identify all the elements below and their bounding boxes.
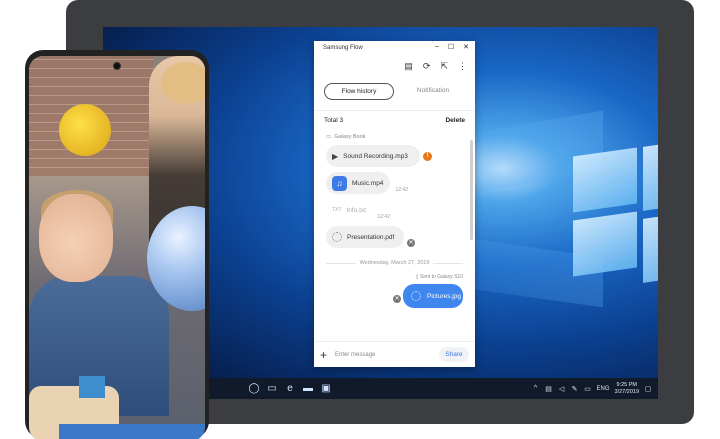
file-name: Music.mp4 [352,179,384,187]
history-list: ▭ Galaxy Book ▶ Sound Recording.mp3 ! ♫ … [314,134,475,366]
summary-row: Total 3 Delete [314,117,475,124]
loading-icon [411,291,421,301]
share-button[interactable]: Share [439,347,469,362]
volume-icon[interactable]: ◁ [558,385,566,393]
title-bar: Samsung Flow – ☐ ✕ [314,41,475,55]
chevron-up-icon[interactable]: ^ [532,385,540,392]
file-name: Presentation.pdf [347,233,395,241]
edge-icon[interactable]: e [281,382,299,396]
cancel-icon[interactable]: ✕ [393,295,401,303]
play-icon[interactable]: ▶ [332,152,338,161]
timestamp: 12:42 [377,214,390,220]
music-file-icon: ♫ [332,175,347,191]
list-item[interactable]: ▶ Sound Recording.mp3 ! [326,145,432,167]
clock-time: 9:25 PM [616,381,637,388]
task-view-icon[interactable]: ▭ [263,382,281,396]
message-bar: + Enter message Share [314,341,475,367]
timestamp: 12:42 [395,187,408,193]
camera-icon [113,62,121,70]
phone-icon: ▯ [415,274,419,280]
loading-icon [332,232,342,242]
windows-logo [573,137,658,283]
list-item[interactable]: TXT Info.txt 12:42 [326,199,390,221]
file-name: Sound Recording.mp3 [343,152,408,160]
clock-date: 3/27/2019 [614,388,639,395]
window-title: Samsung Flow [323,45,363,51]
toolbar: ▤ ⟳ ⇱ ⋮ [314,55,475,77]
sync-icon[interactable]: ⟳ [423,61,431,72]
cortana-icon[interactable]: ◯ [245,382,263,396]
system-tray: ^ ▤ ◁ ✎ ▭ ENG 9:25 PM 3/27/2019 ▢ [532,378,652,399]
phone-photo [29,56,205,439]
delete-button[interactable]: Delete [445,117,465,124]
file-name: Pictures.jpg [427,292,461,300]
close-button[interactable]: ✕ [463,43,469,51]
phone-frame [25,50,209,439]
total-count: Total 3 [324,117,344,124]
store-icon[interactable]: ▣ [317,382,335,396]
clock[interactable]: 9:25 PM 3/27/2019 [615,382,639,396]
date-separator: Wednesday, March 27, 2019 [326,260,463,266]
warning-icon[interactable]: ! [423,152,432,161]
open-external-icon[interactable]: ⇱ [440,61,448,72]
scene: ◯ ▭ e ▬ ▣ ^ ▤ ◁ ✎ ▭ ENG 9:25 PM 3/27/201… [0,0,720,439]
maximize-button[interactable]: ☐ [448,43,454,51]
minimize-button[interactable]: – [435,43,439,51]
battery-icon[interactable]: ▭ [584,385,592,393]
tab-notification[interactable]: Notification [402,83,464,100]
sent-label: ▯ Sent to Galaxy S10 [415,274,463,280]
pen-icon[interactable]: ✎ [571,385,579,393]
action-center-icon[interactable]: ▢ [644,385,652,393]
network-icon[interactable]: ▤ [545,385,553,393]
tab-bar: Flow history Notification [314,83,475,100]
file-explorer-icon[interactable]: ▬ [299,382,317,396]
outgoing-item[interactable]: ✕ Pictures.jpg [393,284,463,308]
laptop-icon: ▭ [326,134,332,140]
language-indicator[interactable]: ENG [597,386,610,392]
more-icon[interactable]: ⋮ [458,61,467,72]
file-name: Info.txt [346,206,366,214]
device-label: ▭ Galaxy Book [326,134,366,140]
clipboard-icon[interactable]: ▤ [404,61,413,72]
yellow-balloon [59,104,111,156]
list-item[interactable]: Presentation.pdf ✕ [326,226,415,248]
tab-flow-history[interactable]: Flow history [324,83,394,100]
cancel-icon[interactable]: ✕ [407,239,415,247]
add-icon[interactable]: + [320,348,327,362]
list-item[interactable]: ♫ Music.mp4 12:42 [326,172,408,194]
scrollbar[interactable] [470,140,473,240]
divider [314,110,475,111]
samsung-flow-window: Samsung Flow – ☐ ✕ ▤ ⟳ ⇱ ⋮ Flow history … [314,41,475,367]
text-file-icon: TXT [332,207,342,213]
message-input[interactable]: Enter message [335,352,431,358]
